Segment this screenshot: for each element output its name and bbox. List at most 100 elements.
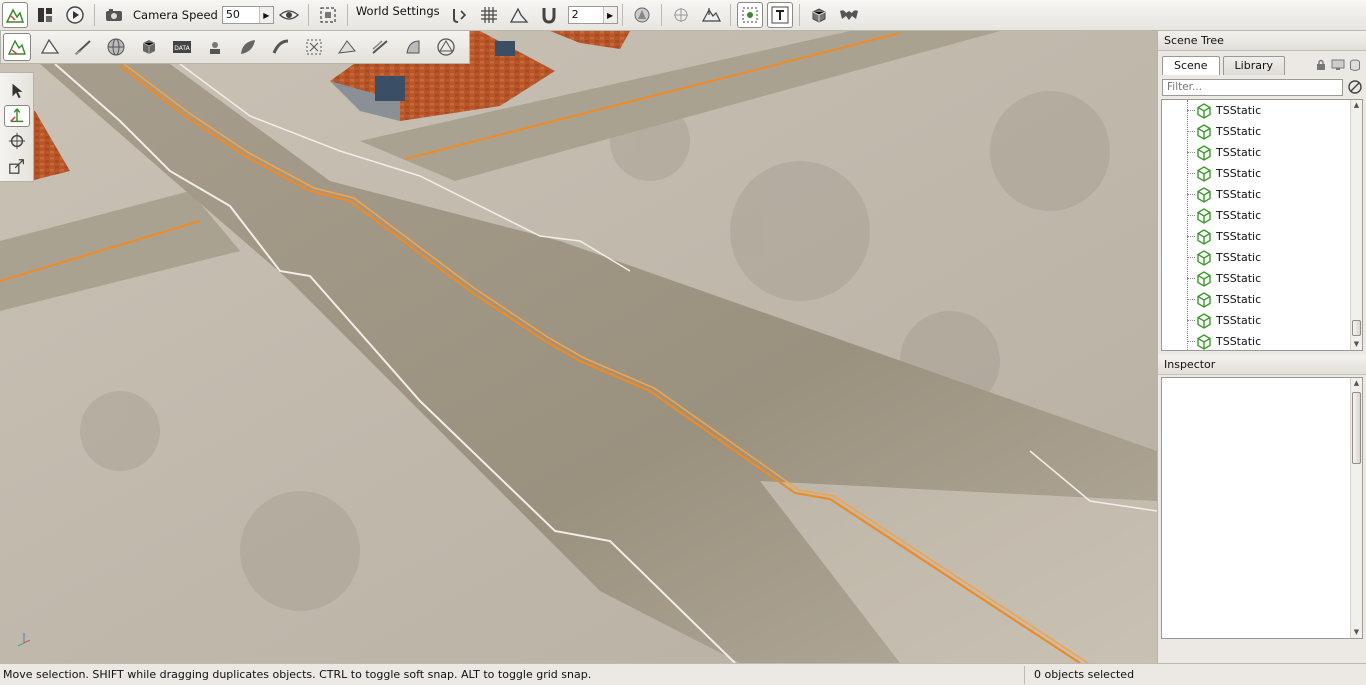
forest-editor-button[interactable] [234,33,262,61]
tab-library[interactable]: Library [1222,56,1286,75]
selection-count: 0 objects selected [1034,667,1135,681]
arrow-right-icon[interactable]: ▶ [258,7,273,23]
world-transform-button[interactable] [668,2,694,28]
tsstatic-icon [1197,144,1211,161]
particle-editor-button[interactable] [201,33,229,61]
editor-palette-bar: DATA [0,31,470,64]
tree-item[interactable]: TSStatic [1162,268,1261,289]
tree-item[interactable]: TSStatic [1162,205,1261,226]
tree-item-label: TSStatic [1216,125,1262,138]
right-panel: Scene Tree Scene Library TSStaticTSStati… [1157,31,1366,663]
tree-item[interactable]: TSStatic [1162,331,1261,350]
database-icon[interactable] [1348,58,1362,72]
selection-box-icon [742,7,758,23]
terrain-painter-button[interactable] [69,33,97,61]
tree-item[interactable]: TSStatic [1162,247,1261,268]
tree-item[interactable]: TSStatic [1162,121,1261,142]
world-editor-button[interactable] [2,2,28,28]
tree-item[interactable]: TSStatic [1162,142,1261,163]
scroll-up-icon[interactable]: ▲ [1351,100,1362,111]
tab-scene[interactable]: Scene [1162,56,1220,75]
tree-item[interactable]: TSStatic [1162,289,1261,310]
scene-tree-list[interactable]: TSStatic TSStatic TSStatic TSStatic TSStatic… [1161,99,1363,351]
select-tool-button[interactable] [4,80,30,102]
tree-item-label: TSStatic [1216,251,1262,264]
bat-icon [839,10,858,20]
convex-editor-button[interactable] [399,33,427,61]
sketch-tool-button[interactable] [135,33,163,61]
datablock-editor-button[interactable]: DATA [168,33,196,61]
snap-size-field[interactable]: 2 ▶ [567,6,618,24]
object-center-button[interactable] [629,2,655,28]
move-tool-button[interactable] [4,105,30,127]
magnet-snap-button[interactable] [536,2,562,28]
terrain-editor-button[interactable] [36,33,64,61]
tree-branch-line [1187,257,1195,258]
clear-filter-icon[interactable] [1347,79,1363,95]
tree-branch-line [1187,131,1195,132]
scroll-down-icon[interactable]: ▼ [1351,627,1362,638]
text-labels-button[interactable] [766,2,793,28]
play-game-button[interactable] [62,2,88,28]
tsstatic-icon [1197,291,1211,308]
3d-viewport[interactable] [0,31,1157,663]
scene-tree-tabs: Scene Library [1162,56,1288,75]
inspector-panel[interactable]: ▲ ▼ [1161,377,1363,639]
inspector-scrollbar[interactable]: ▲ ▼ [1350,378,1362,638]
mesh-road-icon [337,40,356,54]
scroll-thumb[interactable] [1352,392,1361,464]
grid-snap-button[interactable] [476,2,502,28]
terrain-snap-button[interactable] [506,2,532,28]
river-editor-button[interactable] [366,33,394,61]
scroll-down-icon[interactable]: ▼ [1351,339,1362,350]
scale-tool-button[interactable] [4,155,30,177]
rotate-tool-button[interactable] [4,130,30,152]
toolbar-separator [307,4,309,26]
river-icon [372,40,388,54]
shape-icon [406,40,420,54]
tree-item[interactable]: TSStatic [1162,100,1261,121]
material-editor-button[interactable] [102,33,130,61]
lock-icon[interactable] [1314,58,1328,72]
scroll-thumb[interactable] [1352,320,1361,336]
decal-editor-button[interactable] [300,33,328,61]
object-editor-button[interactable] [3,33,31,61]
cube-icon [142,40,156,54]
magnet-icon [542,8,556,24]
tree-branch-line [1187,152,1195,153]
object-center-icon [634,7,650,23]
visibility-button[interactable] [276,2,302,28]
rotate-snap-icon [452,9,466,23]
tree-item[interactable]: TSStatic [1162,226,1261,247]
selection-box-button[interactable] [736,2,763,28]
camera-speed-field[interactable]: 50 ▶ [221,6,274,24]
tree-item[interactable]: TSStatic [1162,163,1261,184]
road-editor-button[interactable] [267,33,295,61]
tree-item-label: TSStatic [1216,167,1262,180]
scene-tree-scrollbar[interactable]: ▲ ▼ [1350,100,1362,350]
drop-object-button[interactable] [698,2,724,28]
camera-button[interactable] [101,2,127,28]
world-editor-icon [5,8,25,23]
object-library-button[interactable] [806,2,832,28]
decal-button[interactable] [836,2,862,28]
monitor-icon[interactable] [1331,58,1345,72]
filter-input[interactable] [1162,78,1343,96]
world-settings-label[interactable]: World Settings [352,4,444,18]
tool-palette [0,72,34,182]
mesh-road-editor-button[interactable] [333,33,361,61]
tree-item[interactable]: TSStatic [1162,184,1261,205]
camera-speed-label: Camera Speed [133,8,218,22]
fit-view-button[interactable] [315,2,341,28]
gui-editor-icon [38,8,52,22]
navmesh-editor-button[interactable] [432,33,460,61]
snap-size-value: 2 [571,8,579,21]
leaf-icon [241,40,255,54]
tree-item-label: TSStatic [1216,146,1262,159]
tree-item[interactable]: TSStatic [1162,310,1261,331]
snap-rotation-button[interactable] [446,2,472,28]
arrow-right-icon[interactable]: ▶ [602,7,617,23]
filter-row [1162,78,1363,96]
scroll-up-icon[interactable]: ▲ [1351,378,1362,389]
gui-editor-button[interactable] [32,2,58,28]
